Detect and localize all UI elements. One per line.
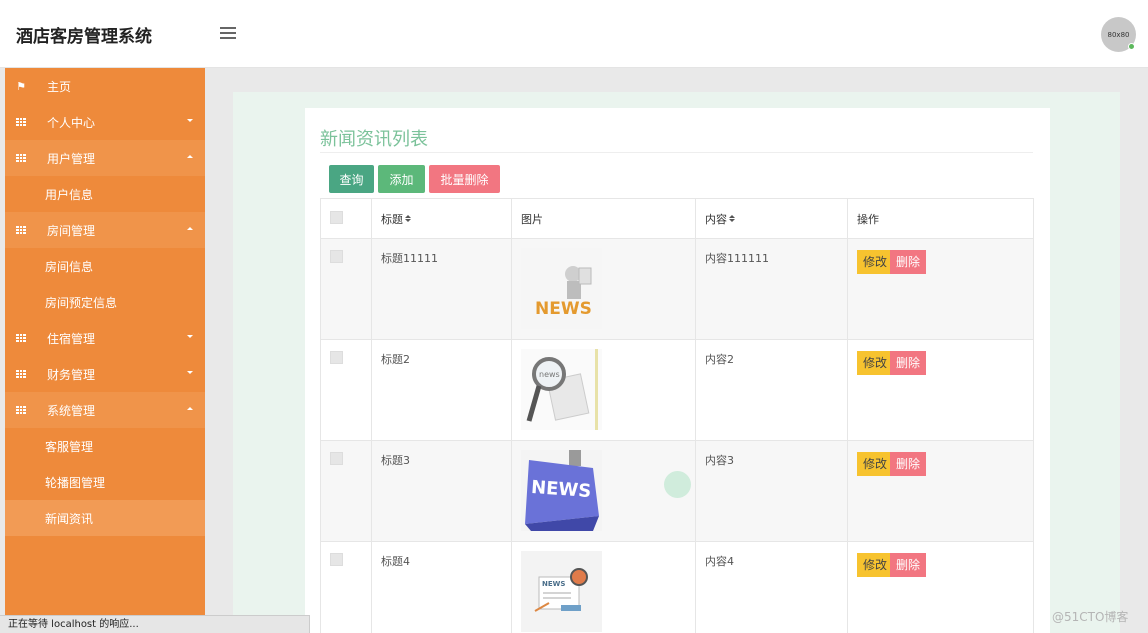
top-bar: 酒店客房管理系统 80x80	[0, 0, 1148, 68]
row-title: 标题3	[371, 440, 512, 542]
sidebar-subitem-customer-service[interactable]: 客服管理	[5, 428, 205, 464]
delete-button[interactable]: 删除	[890, 452, 927, 476]
grid-icon	[15, 226, 27, 234]
row-checkbox[interactable]	[330, 351, 343, 364]
sidebar-item-user-management[interactable]: 用户管理	[5, 140, 205, 176]
edit-button[interactable]: 修改	[857, 250, 894, 274]
grid-icon	[15, 154, 27, 162]
sidebar: ⚑ 主页 个人中心 用户管理 用户信息 房间管理 房间信息 房间预定信息 住宿管…	[5, 68, 205, 633]
loading-indicator	[664, 471, 691, 498]
hamburger-menu-icon[interactable]	[220, 27, 236, 39]
header-image: 图片	[511, 198, 696, 239]
news-table: 标题 图片 内容 操作 标题11111 NEWS 内容111111 修改 删除 …	[320, 198, 1034, 633]
sidebar-item-label: 用户管理	[47, 151, 96, 166]
row-checkbox[interactable]	[330, 553, 343, 566]
sidebar-subitem-user-info[interactable]: 用户信息	[5, 176, 205, 212]
table-row: 标题2 news 内容2 修改 删除	[320, 339, 1034, 441]
add-button[interactable]: 添加	[378, 165, 425, 193]
chevron-down-icon	[187, 371, 193, 374]
grid-icon	[15, 118, 27, 126]
sidebar-item-label: 财务管理	[47, 367, 96, 382]
table-row: 标题4 NEWS 内容4 修改 删除	[320, 541, 1034, 633]
app-title: 酒店客房管理系统	[16, 27, 152, 47]
chevron-down-icon	[187, 335, 193, 338]
sidebar-item-personal-center[interactable]: 个人中心	[5, 104, 205, 140]
delete-button[interactable]: 删除	[890, 351, 927, 375]
svg-text:NEWS: NEWS	[542, 580, 565, 588]
sidebar-subitem-news[interactable]: 新闻资讯	[5, 500, 205, 536]
sidebar-item-label: 房间管理	[47, 223, 96, 238]
grid-icon	[15, 334, 27, 342]
table-row: 标题11111 NEWS 内容111111 修改 删除	[320, 238, 1034, 340]
row-content: 内容3	[695, 440, 848, 542]
chevron-down-icon	[187, 119, 193, 122]
sidebar-item-label: 个人中心	[47, 115, 96, 130]
grid-icon	[15, 406, 27, 414]
sidebar-subitem-room-booking[interactable]: 房间预定信息	[5, 284, 205, 320]
delete-button[interactable]: 删除	[890, 250, 927, 274]
sort-icon[interactable]	[729, 214, 735, 223]
news-3d-figure-image: NEWS	[521, 248, 602, 329]
browser-status-bar: 正在等待 localhost 的响应...	[0, 615, 310, 633]
delete-button[interactable]: 删除	[890, 553, 927, 577]
sort-icon[interactable]	[405, 214, 411, 223]
chevron-up-icon	[187, 407, 193, 410]
sidebar-item-finance-management[interactable]: 财务管理	[5, 356, 205, 392]
row-title: 标题11111	[371, 238, 512, 340]
news-paper-illustration-image: NEWS	[521, 551, 602, 632]
batch-delete-button[interactable]: 批量删除	[429, 165, 500, 193]
watermark: @51CTO博客	[1052, 610, 1129, 624]
edit-button[interactable]: 修改	[857, 553, 894, 577]
divider	[320, 152, 1033, 153]
page-title: 新闻资讯列表	[320, 129, 428, 150]
sidebar-item-label: 住宿管理	[47, 331, 96, 346]
select-all-cell	[320, 198, 372, 239]
chevron-up-icon	[187, 155, 193, 158]
svg-text:NEWS: NEWS	[535, 299, 592, 319]
header-title[interactable]: 标题	[371, 198, 512, 239]
edit-button[interactable]: 修改	[857, 452, 894, 476]
news-magnifier-image: news	[521, 349, 602, 430]
sidebar-item-home[interactable]: ⚑ 主页	[5, 68, 205, 104]
news-keyboard-key-image: NEWS	[521, 450, 602, 531]
sidebar-item-label: 主页	[47, 79, 72, 94]
grid-icon	[15, 370, 27, 378]
header-actions: 操作	[847, 198, 1034, 239]
sidebar-item-label: 系统管理	[47, 403, 96, 418]
svg-text:NEWS: NEWS	[530, 477, 592, 502]
sidebar-item-system-management[interactable]: 系统管理	[5, 392, 205, 428]
row-title: 标题4	[371, 541, 512, 633]
sidebar-item-stay-management[interactable]: 住宿管理	[5, 320, 205, 356]
sidebar-subitem-room-info[interactable]: 房间信息	[5, 248, 205, 284]
select-all-checkbox[interactable]	[330, 210, 343, 224]
flag-icon: ⚑	[16, 79, 26, 93]
row-content: 内容4	[695, 541, 848, 633]
header-content[interactable]: 内容	[695, 198, 848, 239]
sidebar-item-room-management[interactable]: 房间管理	[5, 212, 205, 248]
row-content: 内容111111	[695, 238, 848, 340]
row-checkbox[interactable]	[330, 452, 343, 465]
row-checkbox[interactable]	[330, 250, 343, 263]
news-list-panel: 新闻资讯列表 查询 添加 批量删除 标题 图片 内容 操作 标题11111 NE…	[305, 108, 1050, 633]
chevron-up-icon	[187, 227, 193, 230]
sidebar-subitem-carousel[interactable]: 轮播图管理	[5, 464, 205, 500]
table-header-row: 标题 图片 内容 操作	[320, 198, 1034, 239]
online-status-dot	[1128, 43, 1135, 50]
svg-text:news: news	[539, 370, 560, 379]
edit-button[interactable]: 修改	[857, 351, 894, 375]
search-button[interactable]: 查询	[329, 165, 374, 193]
row-content: 内容2	[695, 339, 848, 441]
row-title: 标题2	[371, 339, 512, 441]
